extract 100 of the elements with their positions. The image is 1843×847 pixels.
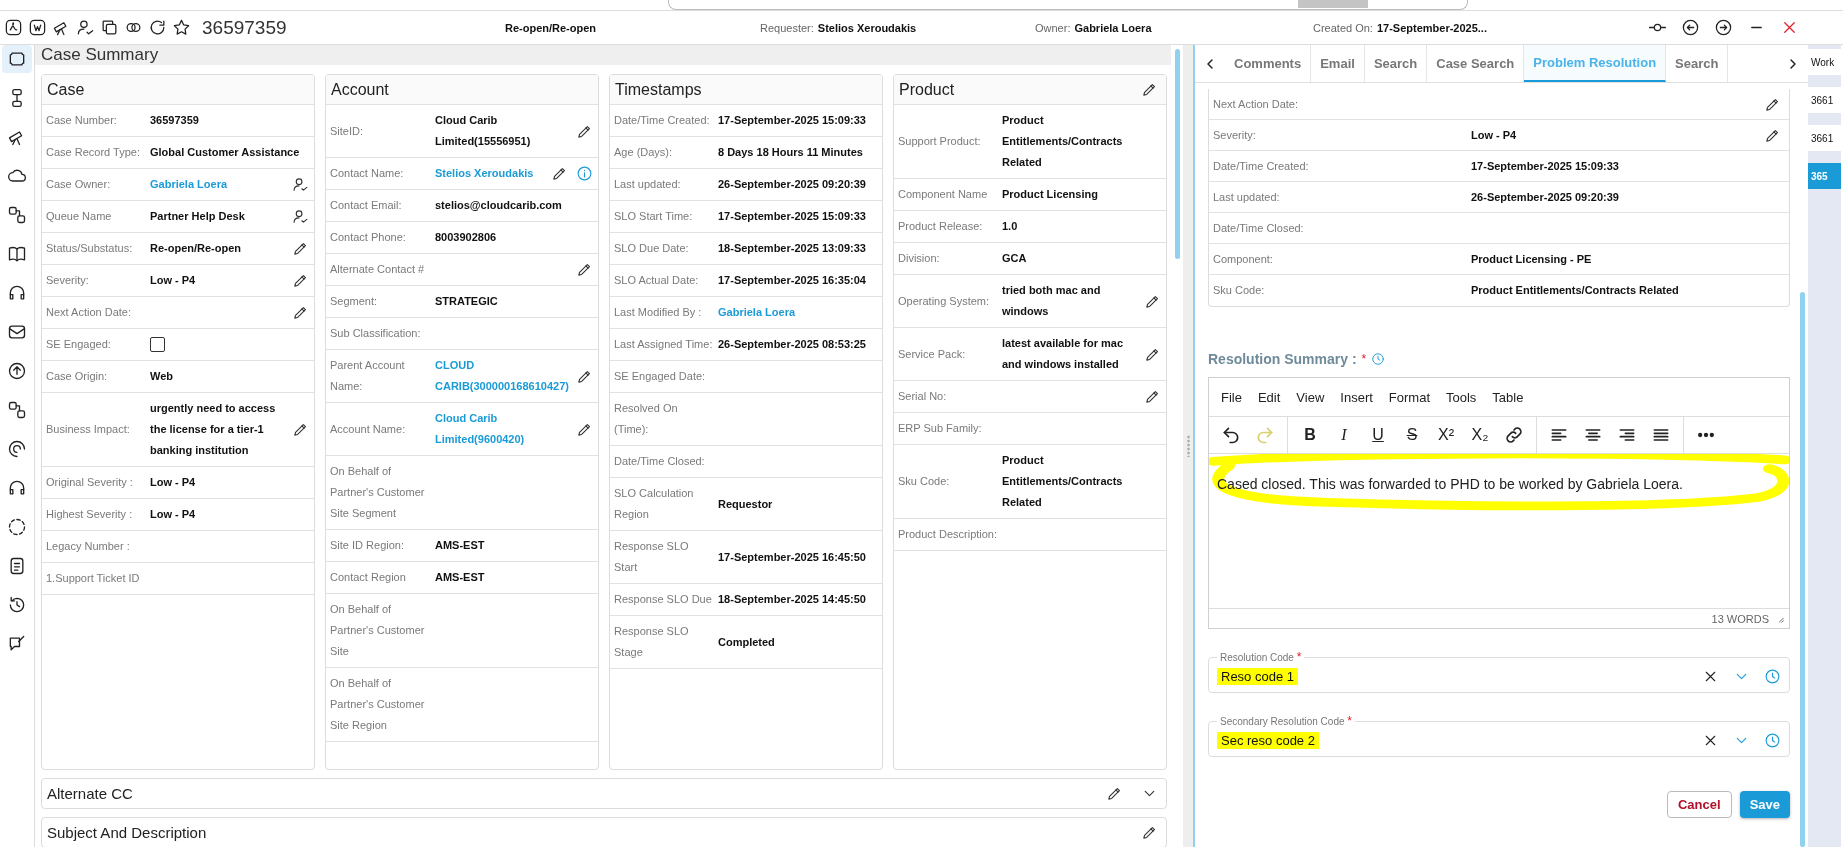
bold-button[interactable]: B	[1298, 422, 1322, 448]
edit-icon[interactable]	[292, 240, 309, 257]
field-label: Next Action Date:	[1213, 96, 1299, 112]
menu-item[interactable]: Edit	[1257, 389, 1281, 405]
field-label: SLO Due Date:	[614, 241, 690, 256]
star-icon[interactable]	[172, 18, 191, 37]
required-mark: *	[1361, 352, 1367, 366]
menu-item[interactable]: Format	[1388, 389, 1430, 405]
history-icon[interactable]	[1764, 731, 1781, 749]
tab[interactable]: Email	[1311, 45, 1365, 82]
field-value: Web	[150, 369, 174, 384]
info-icon[interactable]	[576, 165, 593, 182]
select-field[interactable]: Secondary Resolution Code * Sec reso code 2	[1208, 715, 1790, 757]
edit-icon[interactable]	[1144, 388, 1161, 405]
field-label: On Behalf of Partner's Customer Site	[330, 602, 426, 659]
document-icon[interactable]	[4, 18, 23, 37]
edit-icon[interactable]	[1141, 81, 1158, 98]
superscript-button[interactable]: X²	[1434, 422, 1458, 448]
field-label: Contact Region	[330, 570, 407, 585]
edit-icon[interactable]	[1141, 824, 1158, 841]
field-label: Date/Time Created:	[1213, 158, 1310, 174]
tab[interactable]: Comments	[1225, 45, 1312, 82]
underline-button[interactable]: U	[1366, 422, 1390, 448]
edit-icon[interactable]	[292, 421, 309, 438]
tab[interactable]: Search	[1666, 45, 1729, 82]
field-label: SLO Calculation Region	[614, 486, 695, 522]
field-value: 18-September-2025 13:09:33	[718, 241, 866, 256]
book-icon	[7, 244, 27, 264]
field-label: Parent Account Name:	[330, 358, 406, 394]
card-title: Case	[47, 80, 85, 99]
menu-item[interactable]: Table	[1492, 389, 1524, 405]
field-label: Case Number:	[46, 113, 118, 128]
field-label: Case Record Type:	[46, 145, 141, 160]
field-value: 17-September-2025 15:09:33	[718, 113, 866, 128]
undo-icon[interactable]	[1221, 425, 1241, 445]
field-value: Product Entitlements/Contracts Related	[1002, 113, 1124, 170]
queue-item[interactable]: 3661	[1808, 87, 1841, 113]
user-check-icon[interactable]	[76, 18, 95, 37]
select-field[interactable]: Resolution Code * Reso code 1	[1208, 651, 1790, 693]
field-label: SLO Start Time:	[614, 209, 694, 224]
assign-user-icon[interactable]	[292, 208, 309, 225]
back-icon[interactable]	[1681, 18, 1700, 37]
field-value: Re-open/Re-open	[150, 241, 242, 256]
cancel-button[interactable]: Cancel	[1667, 791, 1732, 818]
menu-item[interactable]: Tools	[1446, 389, 1477, 405]
menu-item[interactable]: View	[1296, 389, 1325, 405]
field-label: Legacy Number :	[46, 539, 131, 554]
edit-icon[interactable]	[292, 272, 309, 289]
field-label: Contact Name:	[330, 166, 405, 181]
field-value: GCA	[1002, 251, 1027, 266]
field-value: Re-open/Re-open	[505, 21, 597, 34]
field-label: Product Description:	[898, 527, 998, 542]
edit-icon[interactable]	[576, 261, 593, 278]
italic-button[interactable]: I	[1332, 422, 1356, 448]
assign-user-icon[interactable]	[292, 176, 309, 193]
history-icon[interactable]	[1371, 352, 1386, 366]
field-value: STRATEGIC	[435, 294, 498, 309]
refresh-icon[interactable]	[148, 18, 167, 37]
subscript-button[interactable]: X₂	[1468, 422, 1492, 448]
card-title: Account	[331, 80, 389, 99]
field-label: 1.Support Ticket ID	[46, 571, 141, 586]
queue-item[interactable]: 3661	[1808, 125, 1841, 151]
field-value: Global Customer Assistance	[150, 145, 300, 160]
field-value: Requestor	[718, 496, 773, 512]
field-label: Contact Email:	[330, 198, 403, 213]
menu-item[interactable]: File	[1221, 389, 1242, 405]
field-value: 36597359	[150, 113, 199, 128]
field-value: Low - P4	[150, 507, 196, 522]
field-value: 26-September-2025 09:20:39	[1471, 189, 1619, 205]
field-value: tried both mac and windows	[1002, 283, 1102, 319]
field-value: Sec reso code 2	[1217, 731, 1319, 749]
field-value: Stelios Xeroudakis	[817, 21, 917, 34]
field-label: Response SLO Due	[614, 592, 713, 607]
field-label: Component Name	[898, 187, 989, 202]
field-value: Partner Help Desk	[150, 209, 245, 224]
edit-icon[interactable]	[292, 304, 309, 321]
field-value: 8 Days 18 Hours 11 Minutes	[718, 145, 863, 160]
menu-item[interactable]: Insert	[1340, 389, 1373, 405]
edit-icon[interactable]	[551, 165, 568, 182]
field-value: 18-September-2025 14:45:50	[718, 592, 866, 607]
edit-icon[interactable]	[1106, 785, 1123, 802]
checkbox[interactable]	[150, 337, 165, 352]
field-value: Low - P4	[150, 273, 196, 288]
strike-button[interactable]: S	[1400, 422, 1424, 448]
tab[interactable]: Search	[1364, 45, 1428, 82]
document-icon[interactable]	[28, 18, 47, 37]
section-title: Alternate CC	[47, 785, 133, 802]
field-value: Gabriela Loera	[1074, 21, 1152, 34]
forward-icon[interactable]	[1714, 18, 1733, 37]
field-value: stelios@cloudcarib.com	[435, 198, 562, 213]
queue-item[interactable]: Work	[1808, 49, 1841, 75]
field-label: Owner:	[1035, 21, 1071, 34]
history-icon[interactable]	[1764, 667, 1781, 685]
circle-icon	[7, 517, 27, 537]
card-title: Product	[899, 80, 955, 99]
field-label: Highest Severity :	[46, 507, 134, 522]
field-label: Serial No:	[898, 389, 948, 404]
drag-handle[interactable]	[1183, 45, 1195, 847]
copy-icon[interactable]	[100, 18, 119, 37]
sidebar-button[interactable]	[2, 45, 32, 73]
